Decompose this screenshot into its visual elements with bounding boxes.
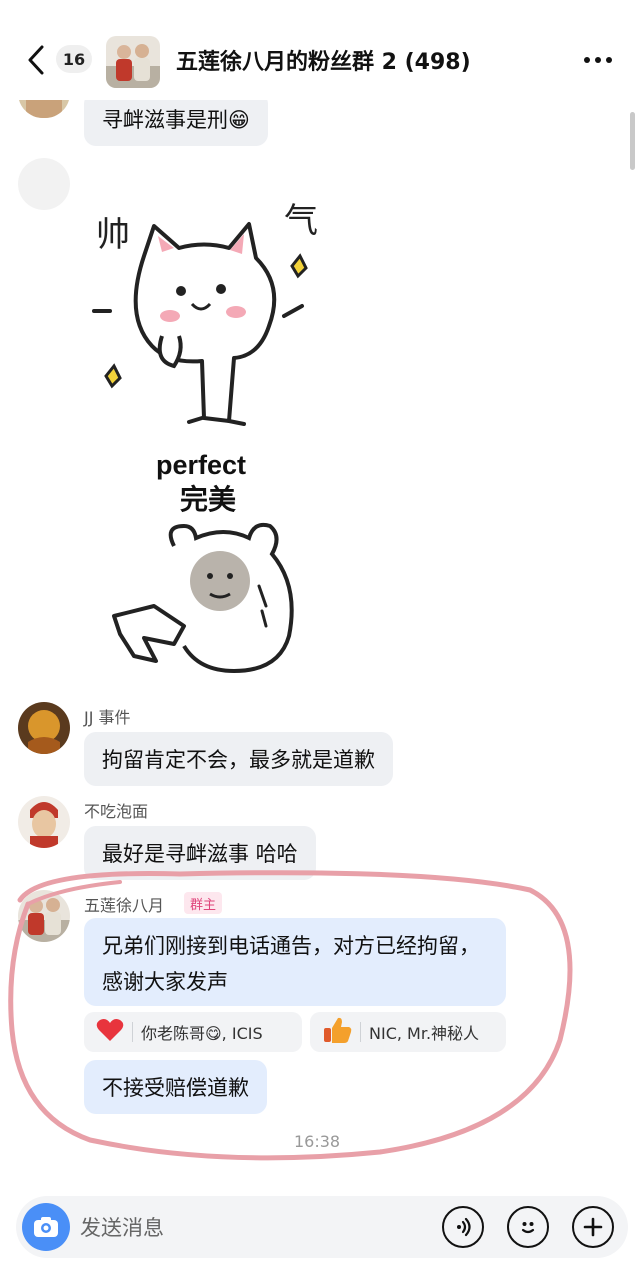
reaction-users: NIC, Mr.神秘人 bbox=[369, 1024, 480, 1043]
avatar[interactable] bbox=[18, 158, 70, 210]
sticker-text-perfect: perfect bbox=[156, 450, 246, 480]
voice-icon[interactable] bbox=[442, 1206, 484, 1248]
message-bubble[interactable]: 最好是寻衅滋事 哈哈 bbox=[84, 826, 316, 880]
reaction-divider bbox=[132, 1022, 133, 1042]
message-timestamp: 16:38 bbox=[294, 1132, 341, 1151]
message-bubble[interactable]: 兄弟们刚接到电话通告，对方已经拘留，感谢大家发声 bbox=[84, 918, 506, 1006]
more-options-icon[interactable] bbox=[580, 46, 616, 74]
sender-name[interactable]: 五莲徐八月 bbox=[84, 892, 164, 916]
reaction-users: 你老陈哥😋, ICIS bbox=[141, 1024, 263, 1043]
scrollbar[interactable] bbox=[630, 112, 635, 170]
message-bubble[interactable]: 拘留肯定不会，最多就是道歉 bbox=[84, 732, 393, 786]
reaction-divider bbox=[360, 1022, 361, 1042]
thumbs-up-icon bbox=[322, 1016, 352, 1048]
input-placeholder[interactable]: 发送消息 bbox=[80, 1212, 164, 1242]
camera-icon[interactable] bbox=[22, 1203, 70, 1251]
group-title[interactable]: 五莲徐八月的粉丝群 2 (498) bbox=[176, 44, 471, 76]
sticker-text-qi: 气 bbox=[284, 201, 318, 241]
sender-name[interactable]: 不吃泡面 bbox=[84, 798, 148, 822]
back-icon[interactable] bbox=[18, 42, 54, 78]
unread-count-badge[interactable]: 16 bbox=[56, 45, 92, 73]
reaction-thumbs-up[interactable]: NIC, Mr.神秘人 bbox=[310, 1012, 506, 1052]
plus-icon[interactable] bbox=[572, 1206, 614, 1248]
heart-icon bbox=[96, 1018, 124, 1046]
sticker-text-wanmei: 完美 bbox=[180, 483, 236, 516]
chat-header: 16 五莲徐八月的粉丝群 2 (498) bbox=[0, 0, 640, 100]
avatar[interactable] bbox=[18, 890, 70, 942]
group-owner-badge: 群主 bbox=[184, 892, 223, 914]
sender-name[interactable]: JJ 事件 bbox=[84, 704, 131, 728]
sticker-image[interactable]: 帅 气 perfect 完美 bbox=[84, 186, 344, 676]
group-avatar[interactable] bbox=[106, 36, 160, 88]
avatar[interactable] bbox=[18, 796, 70, 848]
avatar[interactable] bbox=[18, 702, 70, 754]
sticker-text-shuai: 帅 bbox=[96, 215, 130, 255]
message-bubble[interactable]: 不接受赔偿道歉 bbox=[84, 1060, 267, 1114]
reaction-heart[interactable]: 你老陈哥😋, ICIS bbox=[84, 1012, 302, 1052]
message-bubble[interactable]: 寻衅滋事是刑😁 bbox=[84, 92, 268, 146]
emoji-icon[interactable] bbox=[507, 1206, 549, 1248]
